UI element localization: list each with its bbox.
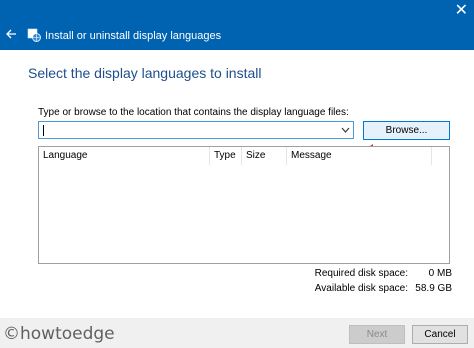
watermark: ©howtoedge [3, 324, 115, 344]
column-header-size[interactable]: Size [242, 147, 287, 165]
available-disk-space-value: 58.9 GB [415, 283, 452, 294]
location-path-input[interactable] [38, 121, 354, 139]
language-globe-icon [27, 28, 41, 42]
window-title: Install or uninstall display languages [45, 30, 222, 42]
title-bar: ✕ Install or uninstall display languages [0, 0, 474, 50]
dropdown-chevron-icon[interactable] [341, 126, 350, 134]
language-list-header: Language Type Size Message [39, 147, 449, 165]
column-header-type[interactable]: Type [210, 147, 242, 165]
location-prompt: Type or browse to the location that cont… [38, 107, 349, 118]
browse-button[interactable]: Browse... [363, 121, 450, 140]
language-list[interactable]: Language Type Size Message [38, 146, 450, 264]
column-header-message[interactable]: Message [287, 147, 432, 165]
next-button[interactable]: Next [349, 325, 405, 344]
required-disk-space-label: Required disk space: [314, 268, 408, 279]
required-disk-space-value: 0 MB [428, 268, 452, 279]
available-disk-space-label: Available disk space: [314, 283, 408, 294]
column-header-language[interactable]: Language [39, 147, 210, 165]
cancel-button[interactable]: Cancel [412, 325, 468, 344]
close-icon[interactable]: ✕ [455, 2, 468, 18]
back-arrow-icon[interactable] [3, 26, 19, 42]
text-caret [43, 125, 44, 136]
page-title: Select the display languages to install [28, 65, 262, 81]
